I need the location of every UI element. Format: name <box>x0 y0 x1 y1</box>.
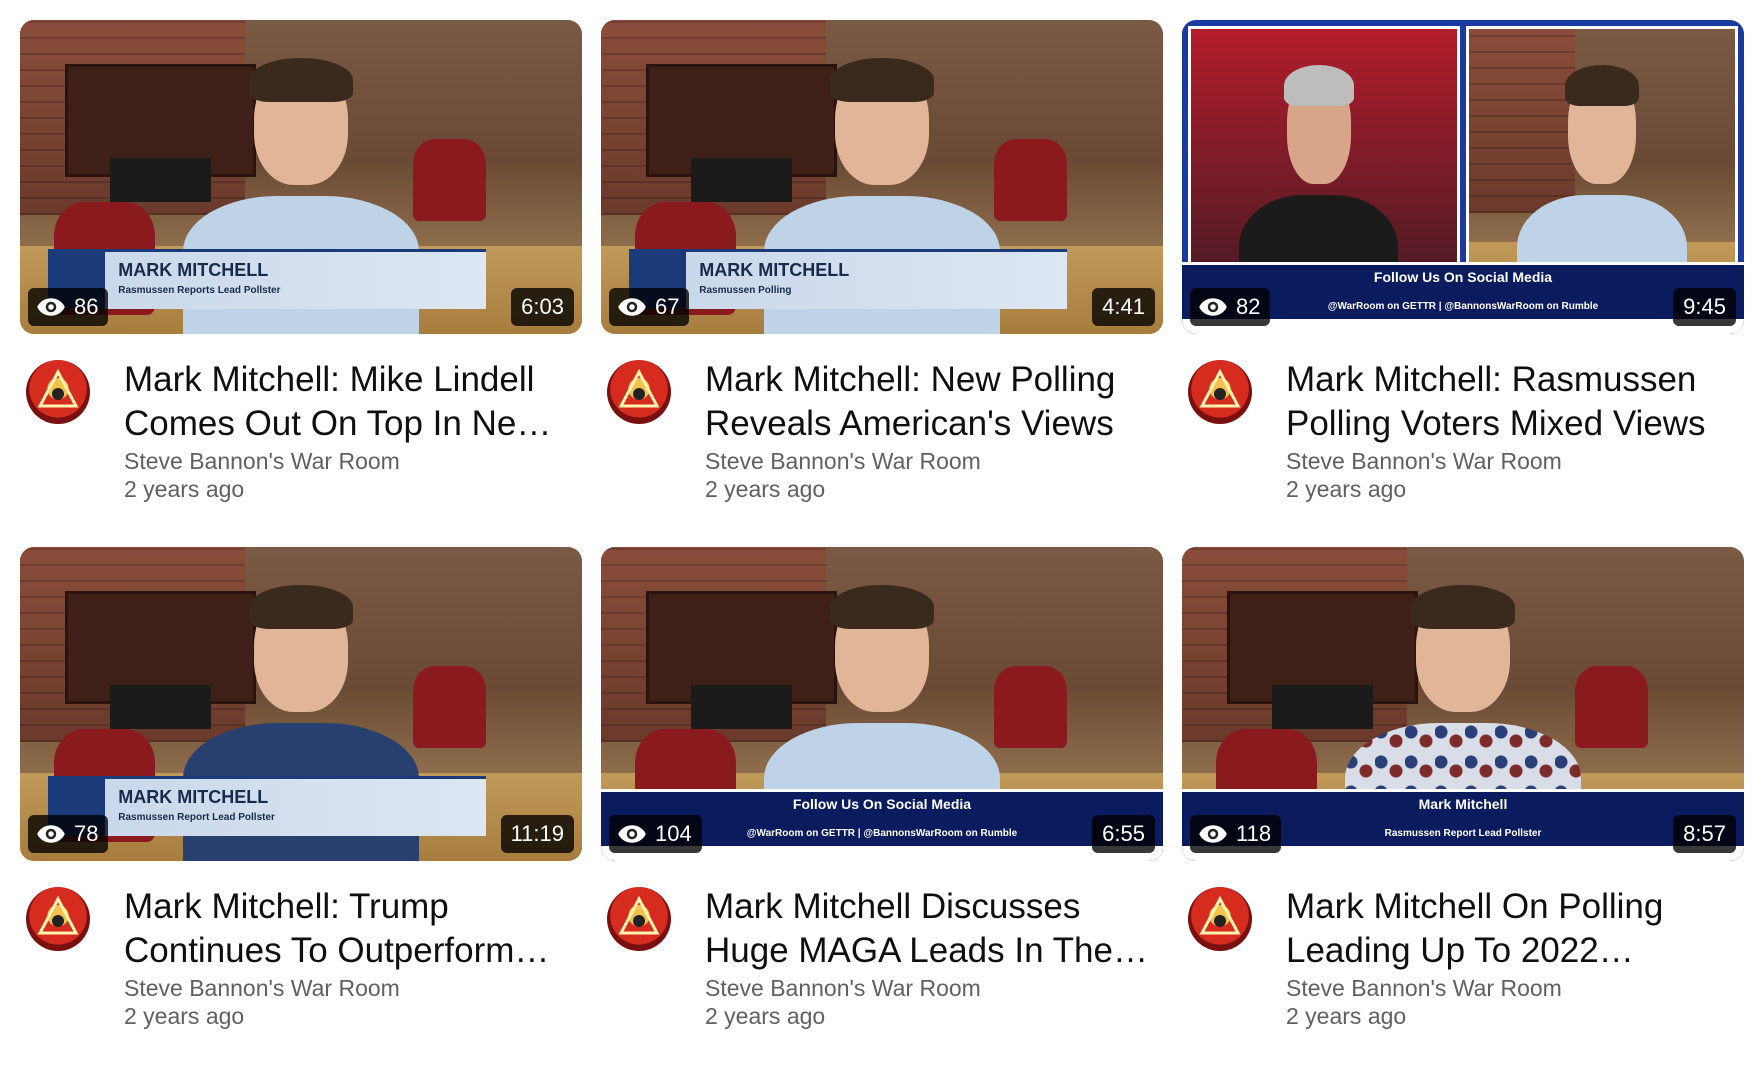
thumbnail-scene: MARK MITCHELL Rasmussen Polling <box>601 20 1163 334</box>
view-count-badge: 104 <box>609 815 702 853</box>
video-thumbnail[interactable]: MARK MITCHELL Rasmussen Polling 67 4:41 <box>601 20 1163 334</box>
channel-avatar[interactable] <box>26 360 90 424</box>
channel-avatar[interactable] <box>1188 887 1252 951</box>
video-title[interactable]: Mark Mitchell: Mike Lindell Comes Out On… <box>124 358 576 446</box>
video-title[interactable]: Mark Mitchell Discusses Huge MAGA Leads … <box>705 885 1157 973</box>
eye-icon <box>1199 825 1227 843</box>
thumbnail-scene: Follow Us On Social Media @WarRoom on GE… <box>601 547 1163 861</box>
video-thumbnail[interactable]: Mark Mitchell Rasmussen Report Lead Poll… <box>1182 547 1744 861</box>
video-grid: MARK MITCHELL Rasmussen Reports Lead Pol… <box>20 20 1744 1074</box>
video-meta: Mark Mitchell: Mike Lindell Comes Out On… <box>20 340 582 540</box>
video-title[interactable]: Mark Mitchell: Rasmussen Polling Voters … <box>1286 358 1738 446</box>
channel-name[interactable]: Steve Bannon's War Room <box>705 975 981 1002</box>
eye-icon <box>1199 298 1227 316</box>
duration-badge: 8:57 <box>1673 815 1736 853</box>
upload-age: 2 years ago <box>1286 476 1407 502</box>
lower-third-graphic: MARK MITCHELL Rasmussen Polling <box>629 249 1068 309</box>
eye-icon <box>618 825 646 843</box>
overlay-name: MARK MITCHELL <box>118 260 269 281</box>
view-count-badge: 118 <box>1190 815 1282 853</box>
video-title[interactable]: Mark Mitchell On Polling Leading Up To 2… <box>1286 885 1738 973</box>
video-thumbnail[interactable]: MARK MITCHELL Rasmussen Report Lead Poll… <box>20 547 582 861</box>
channel-name[interactable]: Steve Bannon's War Room <box>1286 975 1562 1002</box>
channel-avatar[interactable] <box>26 887 90 951</box>
thumbnail-scene: Mark Mitchell Rasmussen Report Lead Poll… <box>1182 547 1744 861</box>
eye-icon <box>37 298 65 316</box>
duration-badge: 11:19 <box>500 815 574 853</box>
thumbnail-scene: MARK MITCHELL Rasmussen Report Lead Poll… <box>20 547 582 861</box>
overlay-name: MARK MITCHELL <box>118 787 269 808</box>
video-card[interactable]: Follow Us On Social Media @WarRoom on GE… <box>601 547 1163 1074</box>
video-title[interactable]: Mark Mitchell: New Polling Reveals Ameri… <box>705 358 1157 446</box>
video-card[interactable]: Follow Us On Social Media @WarRoom on GE… <box>1182 20 1744 547</box>
overlay-name: MARK MITCHELL <box>699 260 850 281</box>
upload-age: 2 years ago <box>124 476 245 502</box>
duration-badge: 6:55 <box>1092 815 1155 853</box>
view-count-badge: 86 <box>28 288 109 326</box>
channel-avatar[interactable] <box>607 360 671 424</box>
duration-badge: 4:41 <box>1092 288 1155 326</box>
video-meta: Mark Mitchell Discusses Huge MAGA Leads … <box>601 867 1163 1067</box>
view-count: 86 <box>74 294 99 319</box>
duration-badge: 9:45 <box>1673 288 1736 326</box>
video-card[interactable]: MARK MITCHELL Rasmussen Polling 67 4:41 … <box>601 20 1163 547</box>
upload-age: 2 years ago <box>124 1003 245 1029</box>
overlay-subtitle: Rasmussen Report Lead Pollster <box>118 812 275 824</box>
view-count-badge: 78 <box>28 815 109 853</box>
overlay-subtitle: Rasmussen Reports Lead Pollster <box>118 285 281 297</box>
channel-name[interactable]: Steve Bannon's War Room <box>124 448 400 475</box>
video-meta: Mark Mitchell: New Polling Reveals Ameri… <box>601 340 1163 540</box>
video-meta: Mark Mitchell: Rasmussen Polling Voters … <box>1182 340 1744 540</box>
video-card[interactable]: MARK MITCHELL Rasmussen Reports Lead Pol… <box>20 20 582 547</box>
upload-age: 2 years ago <box>705 476 826 502</box>
video-card[interactable]: MARK MITCHELL Rasmussen Report Lead Poll… <box>20 547 582 1074</box>
upload-age: 2 years ago <box>1286 1003 1407 1029</box>
view-count: 82 <box>1236 294 1261 319</box>
view-count: 67 <box>655 294 680 319</box>
view-count: 78 <box>74 821 99 846</box>
thumbnail-scene: MARK MITCHELL Rasmussen Reports Lead Pol… <box>20 20 582 334</box>
video-meta: Mark Mitchell: Trump Continues To Outper… <box>20 867 582 1067</box>
channel-avatar[interactable] <box>1188 360 1252 424</box>
channel-name[interactable]: Steve Bannon's War Room <box>1286 448 1562 475</box>
video-card[interactable]: Mark Mitchell Rasmussen Report Lead Poll… <box>1182 547 1744 1074</box>
channel-name[interactable]: Steve Bannon's War Room <box>705 448 981 475</box>
eye-icon <box>37 825 65 843</box>
banner-heading: Follow Us On Social Media <box>792 795 972 812</box>
eye-icon <box>618 298 646 316</box>
duration-badge: 6:03 <box>511 288 574 326</box>
view-count-badge: 82 <box>1190 288 1271 326</box>
banner-heading: Mark Mitchell <box>1418 795 1508 812</box>
upload-age: 2 years ago <box>705 1003 826 1029</box>
channel-name[interactable]: Steve Bannon's War Room <box>124 975 400 1002</box>
channel-avatar[interactable] <box>607 887 671 951</box>
lower-third-graphic: MARK MITCHELL Rasmussen Reports Lead Pol… <box>48 249 487 309</box>
video-title[interactable]: Mark Mitchell: Trump Continues To Outper… <box>124 885 576 973</box>
video-meta: Mark Mitchell On Polling Leading Up To 2… <box>1182 867 1744 1067</box>
view-count: 104 <box>655 821 692 846</box>
view-count-badge: 67 <box>609 288 690 326</box>
video-thumbnail[interactable]: MARK MITCHELL Rasmussen Reports Lead Pol… <box>20 20 582 334</box>
banner-heading: Follow Us On Social Media <box>1373 268 1553 285</box>
video-thumbnail[interactable]: Follow Us On Social Media @WarRoom on GE… <box>601 547 1163 861</box>
overlay-subtitle: Rasmussen Polling <box>699 285 792 297</box>
video-thumbnail[interactable]: Follow Us On Social Media @WarRoom on GE… <box>1182 20 1744 334</box>
view-count: 118 <box>1236 821 1272 846</box>
lower-third-graphic: MARK MITCHELL Rasmussen Report Lead Poll… <box>48 776 487 836</box>
